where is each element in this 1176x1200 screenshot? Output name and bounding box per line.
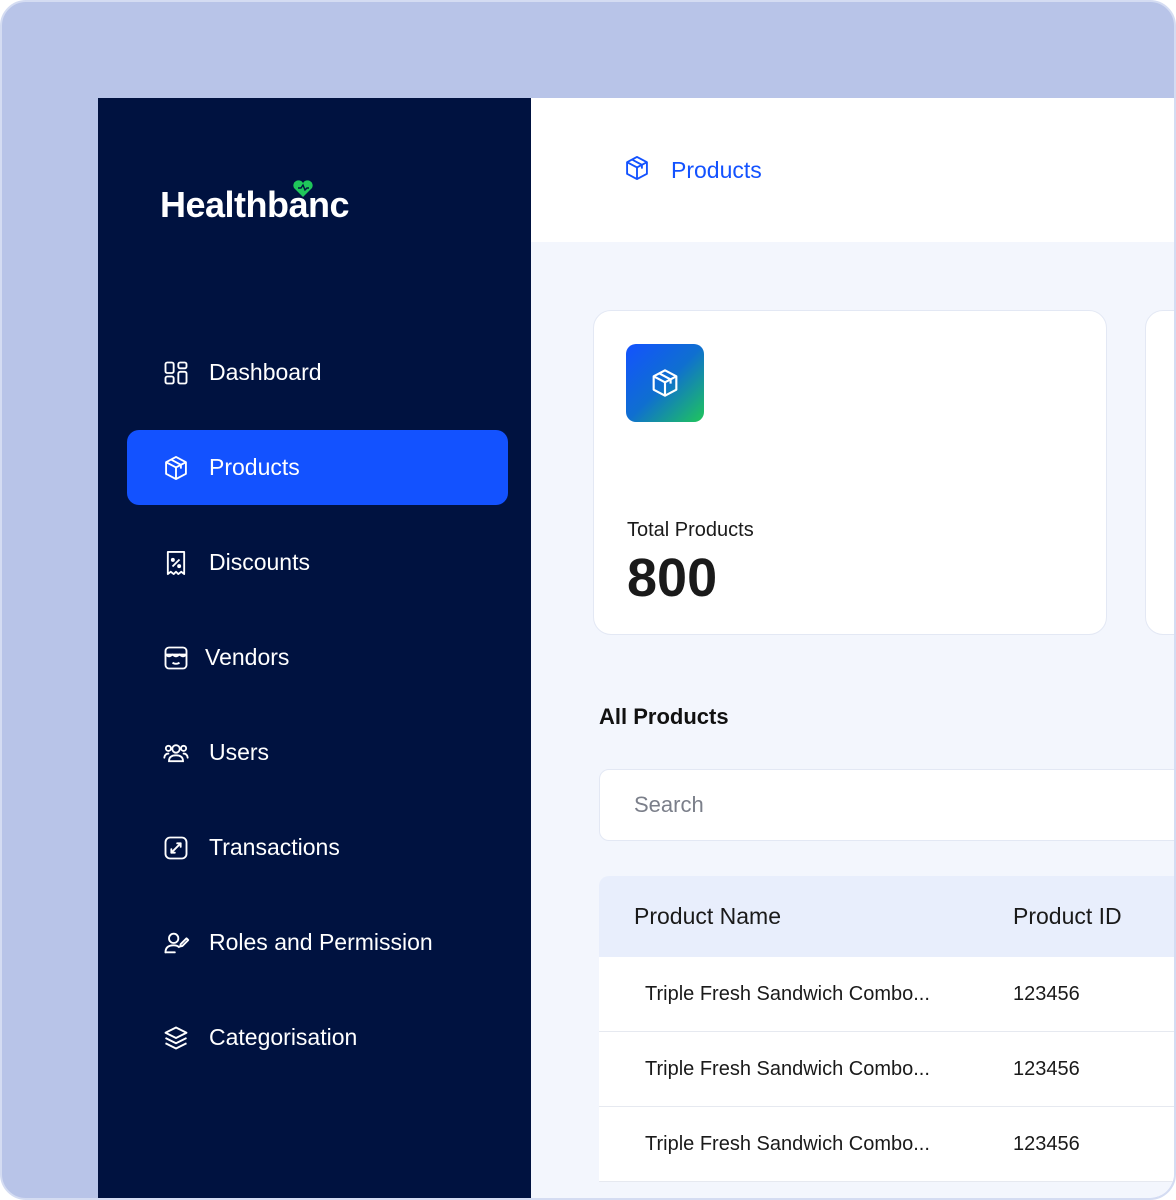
page-title: Products: [671, 156, 762, 183]
sidebar-item-label: Users: [209, 739, 270, 765]
logo: Healthbanc: [160, 180, 350, 226]
heart-icon: [293, 180, 313, 197]
sidebar-item-discounts[interactable]: Discounts: [127, 525, 508, 600]
stat-card-partial: [1145, 310, 1174, 635]
box-icon: [623, 154, 651, 187]
sidebar-item-label: Categorisation: [209, 1024, 358, 1050]
section-title: All Products: [599, 704, 729, 729]
sidebar-item-roles[interactable]: Roles and Permission: [127, 905, 508, 980]
search-box: [599, 769, 1174, 841]
sidebar-item-label: Roles and Permission: [209, 929, 433, 955]
stat-card-total-products: Total Products 800: [593, 310, 1107, 635]
cell-product-name: Triple Fresh Sandwich Combo...: [645, 1057, 930, 1080]
sidebar-item-label: Dashboard: [209, 359, 322, 385]
sidebar-item-transactions[interactable]: Transactions: [127, 810, 508, 885]
search-input[interactable]: [600, 770, 1174, 840]
main-content: Products Total Products 800 All Products: [531, 98, 1174, 1198]
sidebar-item-categorisation[interactable]: Categorisation: [127, 1000, 508, 1075]
cell-product-id: 123456: [1013, 1057, 1080, 1080]
table-row[interactable]: Triple Fresh Sandwich Combo... 123456: [599, 1032, 1174, 1107]
cell-product-name: Triple Fresh Sandwich Combo...: [645, 1132, 930, 1155]
store-icon: [161, 643, 191, 673]
topbar: Products: [531, 98, 1174, 242]
table-row[interactable]: Triple Fresh Sandwich Combo... 123456: [599, 1107, 1174, 1182]
sidebar-item-vendors[interactable]: Vendors: [127, 620, 508, 695]
logo-text: Healthbanc: [160, 184, 350, 225]
cell-product-name: Triple Fresh Sandwich Combo...: [645, 982, 930, 1005]
table-header: Product Name Product ID: [599, 876, 1174, 957]
sidebar-item-label: Vendors: [205, 644, 290, 670]
sidebar-item-users[interactable]: Users: [127, 715, 508, 790]
users-icon: [161, 738, 191, 768]
sidebar-item-label: Transactions: [209, 834, 340, 860]
sidebar: Healthbanc Dashboard Products Discounts …: [98, 98, 531, 1198]
user-edit-icon: [161, 928, 191, 958]
sidebar-item-products[interactable]: Products: [127, 430, 508, 505]
sidebar-nav: Dashboard Products Discounts Vendors Use…: [127, 335, 508, 1095]
sidebar-item-label: Products: [209, 454, 300, 480]
table-row[interactable]: Triple Fresh Sandwich Combo... 123456: [599, 957, 1174, 1032]
products-table: Product Name Product ID Triple Fresh San…: [599, 876, 1174, 1182]
layers-icon: [161, 1023, 191, 1053]
cell-product-id: 123456: [1013, 1132, 1080, 1155]
discount-receipt-icon: [161, 548, 191, 578]
sidebar-item-label: Discounts: [209, 549, 310, 575]
box-icon: [161, 453, 191, 483]
dashboard-grid-icon: [161, 358, 191, 388]
cell-product-id: 123456: [1013, 982, 1080, 1005]
app-window: Healthbanc Dashboard Products Discounts …: [98, 98, 1174, 1198]
stat-label: Total Products: [627, 519, 754, 541]
box-icon: [626, 344, 704, 422]
transaction-icon: [161, 833, 191, 863]
column-header-product-name[interactable]: Product Name: [599, 903, 1013, 930]
stat-value: 800: [627, 548, 718, 608]
window-frame: Healthbanc Dashboard Products Discounts …: [0, 0, 1176, 1200]
sidebar-item-dashboard[interactable]: Dashboard: [127, 335, 508, 410]
column-header-product-id[interactable]: Product ID: [1013, 903, 1174, 930]
